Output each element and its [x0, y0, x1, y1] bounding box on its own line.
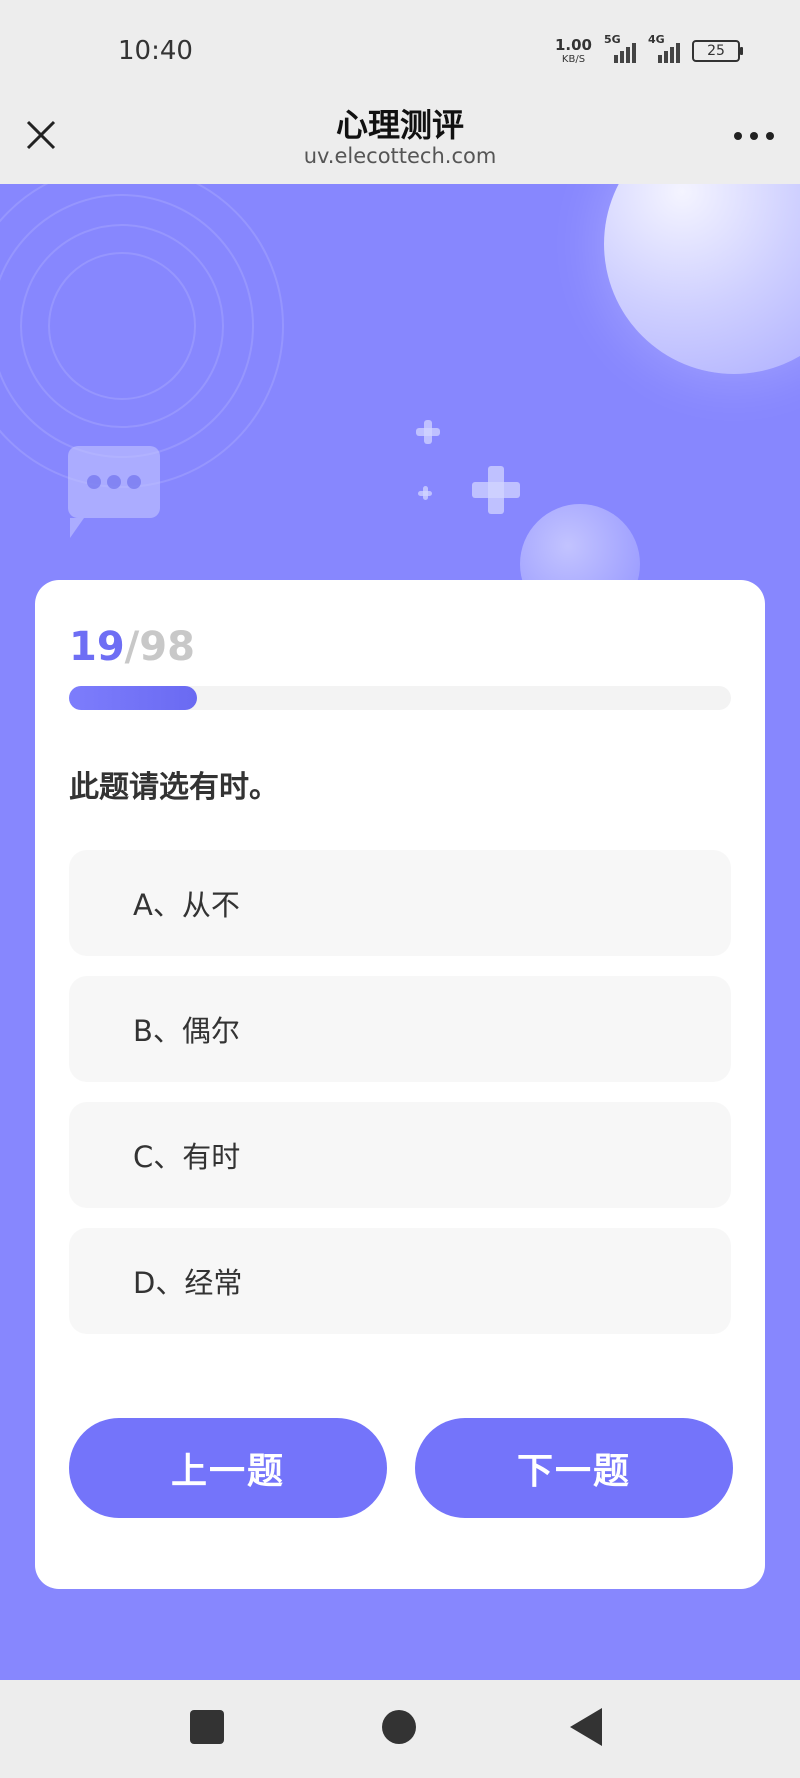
next-question-button[interactable]: 下一题 [415, 1418, 733, 1518]
page-url: uv.elecottech.com [303, 144, 497, 168]
option-c[interactable]: C、有时 [69, 1102, 731, 1208]
network-speed-value: 1.00 [554, 35, 592, 54]
option-label: C、有时 [133, 1140, 241, 1174]
progress-bar-fill [69, 686, 198, 710]
status-time: 10:40 [118, 36, 193, 66]
options-list: A、从不 B、偶尔 C、有时 D、经常 [69, 850, 731, 1354]
decor-sphere [604, 184, 800, 374]
more-icon[interactable] [734, 130, 774, 142]
signal-5g-label: 5G [604, 33, 621, 46]
plus-icon [418, 486, 432, 500]
battery-icon: 25 [692, 40, 743, 62]
option-label: A、从不 [133, 888, 240, 922]
option-label: D、经常 [133, 1266, 243, 1300]
question-text: 此题请选有时。 [69, 770, 279, 805]
network-speed: 1.00 KB/S [554, 35, 592, 65]
option-b[interactable]: B、偶尔 [69, 976, 731, 1082]
progress-separator: / [124, 624, 140, 670]
previous-question-button[interactable]: 上一题 [69, 1418, 387, 1518]
signal-4g-icon: 4G [648, 33, 680, 63]
total-question-number: 98 [139, 624, 195, 670]
chat-bubble-icon [68, 446, 160, 538]
plus-icon [416, 420, 440, 444]
progress-counter: 19/98 [69, 624, 195, 670]
question-card: 19/98 此题请选有时。 A、从不 B、偶尔 C、有时 D、经常 上一题 下一… [35, 580, 765, 1589]
signal-5g-icon: 5G [604, 33, 636, 63]
option-label: B、偶尔 [133, 1014, 240, 1048]
progress-bar [69, 686, 731, 710]
plus-icon [472, 466, 520, 514]
status-icons: 1.00 KB/S 5G 4G 25 [554, 33, 743, 66]
option-a[interactable]: A、从不 [69, 850, 731, 956]
recent-apps-icon[interactable] [190, 1710, 224, 1744]
option-d[interactable]: D、经常 [69, 1228, 731, 1334]
system-nav-bar [0, 1680, 800, 1778]
status-bar: 10:40 1.00 KB/S 5G 4G 25 [0, 0, 800, 92]
signal-4g-label: 4G [648, 33, 665, 46]
decor-ring [0, 184, 284, 488]
page-title: 心理测评 [335, 106, 464, 144]
network-speed-unit: KB/S [561, 53, 586, 65]
back-icon[interactable] [570, 1708, 602, 1746]
battery-level: 25 [707, 43, 725, 59]
nav-bar: 心理测评 uv.elecottech.com [0, 92, 800, 184]
current-question-number: 19 [69, 624, 125, 670]
home-icon[interactable] [382, 1710, 416, 1744]
